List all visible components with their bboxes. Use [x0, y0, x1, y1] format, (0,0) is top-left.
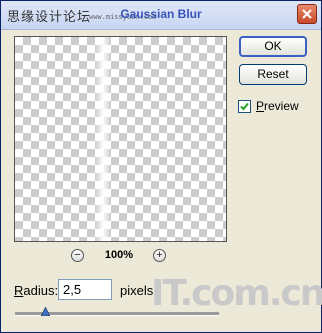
close-icon	[302, 9, 312, 19]
radius-label: Radius:	[14, 283, 59, 298]
preview-label: Preview	[256, 99, 299, 113]
gaussian-blur-dialog: 思缘设计论坛 www.missyuan.com Gaussian Blur OK…	[0, 0, 322, 333]
title-bar[interactable]: 思缘设计论坛 www.missyuan.com Gaussian Blur	[1, 1, 321, 30]
preview-checkbox-row[interactable]: Preview	[238, 98, 299, 114]
blur-preview-streak	[95, 37, 111, 241]
zoom-in-button[interactable]: +	[153, 249, 166, 262]
reset-button[interactable]: Reset	[239, 64, 307, 85]
dialog-title: Gaussian Blur	[120, 7, 202, 21]
radius-unit: pixels	[120, 283, 154, 298]
itcomcn-watermark-logo: IT.com.cn	[151, 273, 322, 314]
preview-area[interactable]	[14, 36, 227, 242]
radius-slider-thumb[interactable]	[41, 307, 51, 316]
checkmark-icon	[240, 102, 249, 110]
radius-input[interactable]	[58, 279, 112, 300]
zoom-out-button[interactable]: −	[71, 249, 84, 262]
zoom-level: 100%	[104, 249, 134, 261]
close-button[interactable]	[297, 4, 317, 24]
ok-button[interactable]: OK	[239, 36, 307, 57]
preview-checkbox[interactable]	[238, 99, 251, 113]
